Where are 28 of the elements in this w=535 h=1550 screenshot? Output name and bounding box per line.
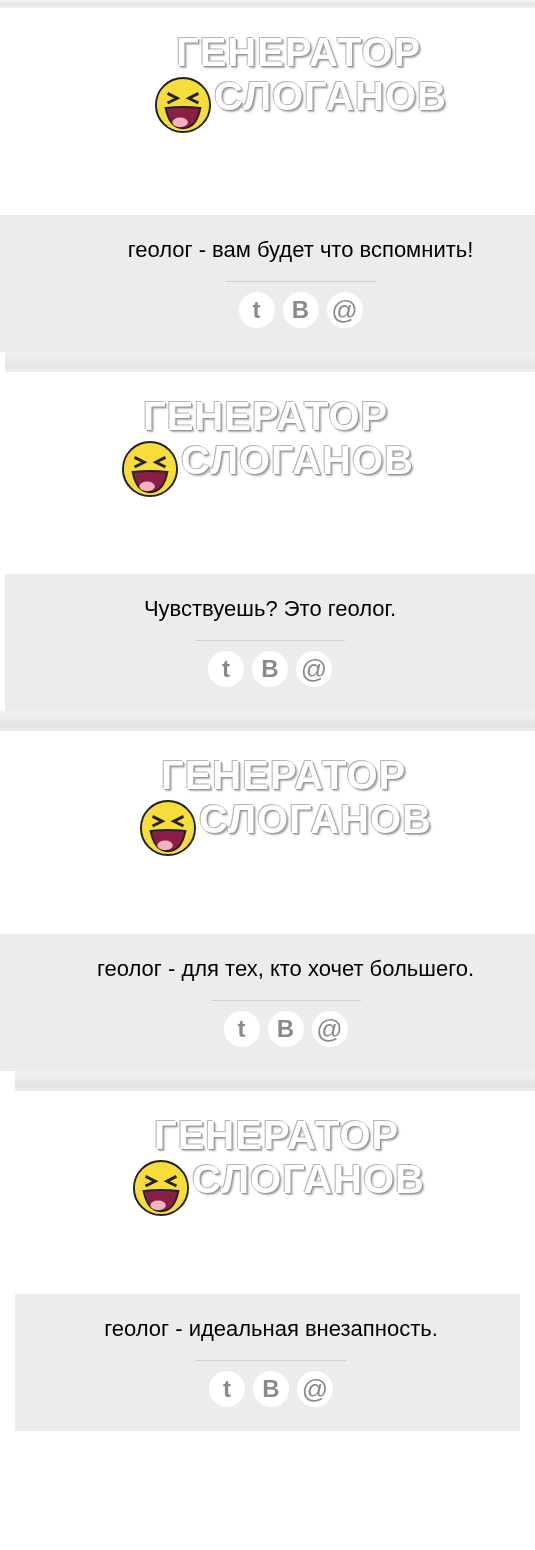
logo-text: ГЕНЕРАТОР — [175, 30, 423, 74]
slogan-text: геолог - идеальная внезапность. — [104, 1316, 438, 1342]
share-button[interactable]: @ — [296, 651, 332, 687]
slogan-text: Чувствуешь? Это геолог. — [143, 596, 397, 622]
share-button[interactable]: t — [208, 651, 244, 687]
slogan-text: геолог - вам будет что вспомнить! — [127, 237, 474, 263]
laughing-face-icon — [121, 440, 179, 498]
logo-text: СЛОГАНОВ — [181, 438, 414, 482]
share-button[interactable]: t — [238, 292, 275, 328]
share-button[interactable]: В — [267, 1011, 304, 1047]
share-button[interactable]: @ — [326, 292, 363, 328]
laughing-face-icon — [132, 1159, 190, 1217]
logo-text: СЛОГАНОВ — [199, 797, 432, 841]
logo-text: СЛОГАНОВ — [192, 1157, 425, 1201]
logo-text: ГЕНЕРАТОР — [160, 753, 408, 797]
logo-text: СЛОГАНОВ — [214, 74, 447, 118]
share-button[interactable]: @ — [311, 1011, 348, 1047]
share-button[interactable]: t — [209, 1371, 245, 1407]
slogan-text: геолог - для тех, кто хочет большего. — [96, 956, 475, 982]
laughing-face-icon — [139, 799, 197, 857]
logo-text: ГЕНЕРАТОР — [142, 394, 390, 438]
share-button[interactable]: В — [282, 292, 319, 328]
share-button[interactable]: t — [223, 1011, 260, 1047]
logo-text: ГЕНЕРАТОР — [153, 1113, 401, 1157]
share-button[interactable]: В — [253, 1371, 289, 1407]
share-button[interactable]: В — [252, 651, 288, 687]
share-button[interactable]: @ — [297, 1371, 333, 1407]
laughing-face-icon — [154, 76, 212, 134]
